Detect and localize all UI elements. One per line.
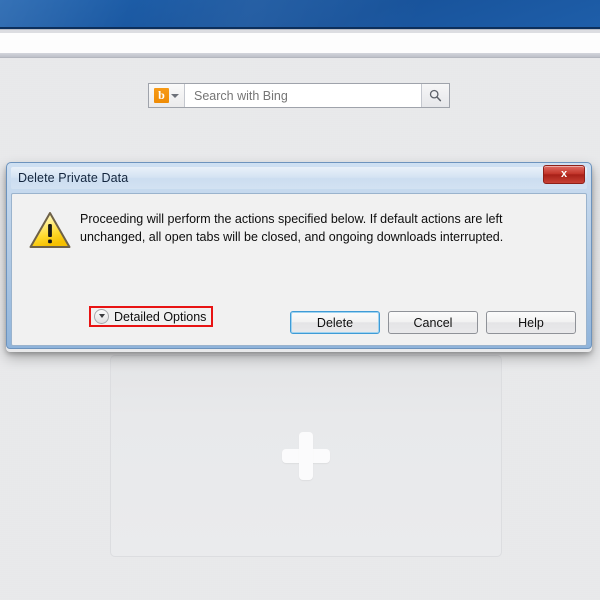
dialog-button-row: Delete Cancel Help [290, 311, 576, 334]
search-icon [429, 89, 442, 102]
bing-logo-icon: b [154, 88, 169, 103]
browser-toolbar [0, 33, 600, 53]
search-input-wrapper[interactable] [185, 84, 421, 107]
search-input[interactable] [192, 87, 421, 104]
search-bar[interactable]: b [148, 83, 450, 108]
search-engine-selector[interactable]: b [149, 84, 185, 107]
delete-private-data-dialog: Delete Private Data x Proceeding will pe… [6, 162, 592, 349]
cancel-button[interactable]: Cancel [388, 311, 478, 334]
warning-triangle-icon [28, 208, 74, 255]
titlebar-gloss [0, 0, 600, 27]
speed-dial-add-tile[interactable] [110, 355, 502, 557]
browser-window: b Delete Private Data x [0, 0, 600, 600]
dialog-message-row: Proceeding will perform the actions spec… [12, 194, 586, 255]
close-icon[interactable]: x [543, 165, 585, 184]
dialog-title: Delete Private Data [18, 171, 129, 185]
dialog-body: Proceeding will perform the actions spec… [11, 193, 587, 346]
delete-button[interactable]: Delete [290, 311, 380, 334]
chevron-down-circle-icon[interactable] [94, 309, 109, 324]
search-submit-button[interactable] [421, 84, 449, 107]
dialog-message: Proceeding will perform the actions spec… [80, 212, 504, 244]
detailed-options-toggle[interactable]: Detailed Options [89, 306, 214, 327]
plus-icon [282, 432, 330, 480]
chevron-down-icon[interactable] [171, 93, 179, 98]
dialog-titlebar[interactable]: Delete Private Data x [11, 165, 587, 189]
browser-titlebar [0, 0, 600, 29]
detailed-options-label: Detailed Options [114, 309, 207, 324]
help-button[interactable]: Help [486, 311, 576, 334]
